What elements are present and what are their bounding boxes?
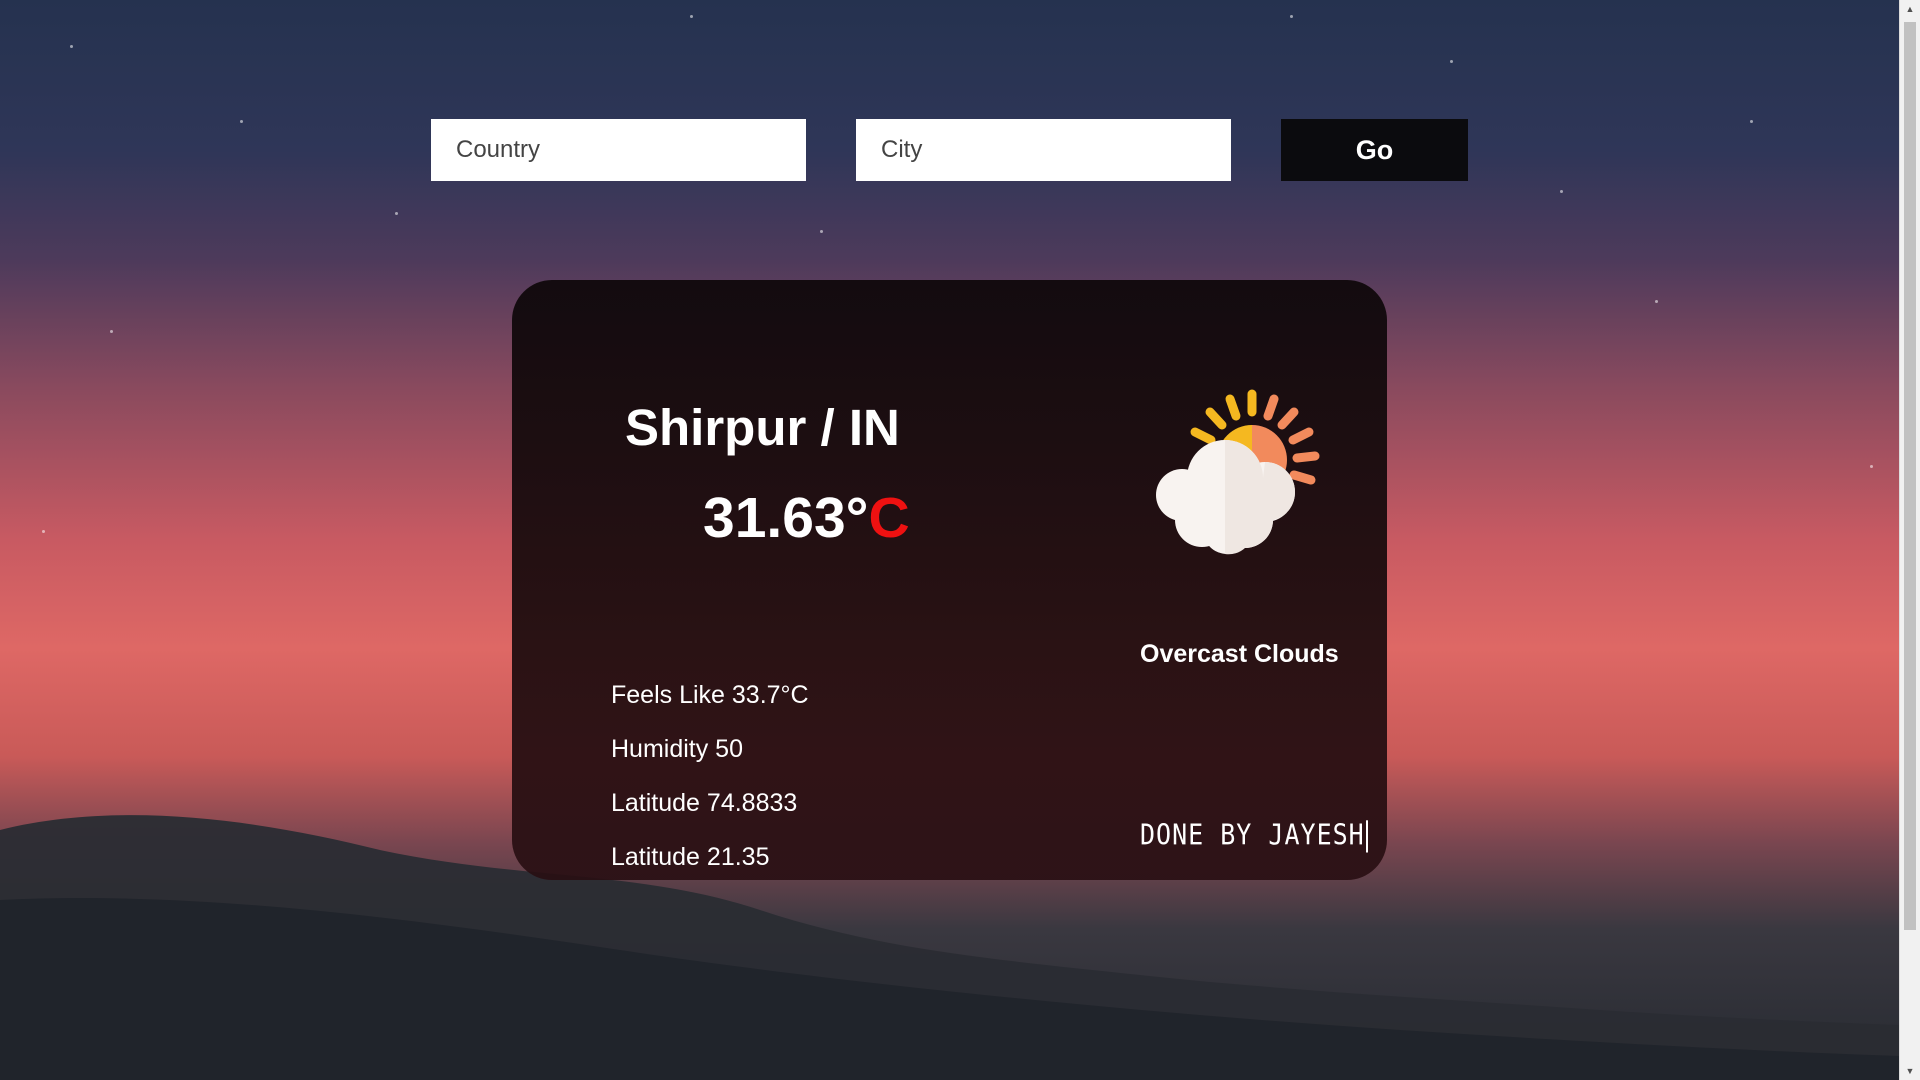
latitude-text: Latitude 74.8833 (611, 789, 798, 817)
temperature-unit: C (868, 486, 910, 550)
humidity-text: Humidity 50 (611, 735, 743, 763)
temperature-value: 31.63° (703, 486, 869, 550)
weather-card: Shirpur / IN 31.63°C Overcast Clouds Fee… (512, 280, 1387, 880)
weather-condition: Overcast Clouds (1140, 640, 1339, 668)
latitude-text-2: Latitude 21.35 (611, 843, 770, 871)
temperature-display: 31.63°C (703, 485, 910, 551)
author-credit: DONE BY JAYESH (1140, 818, 1368, 853)
vertical-scrollbar[interactable]: ▲ ▼ (1899, 0, 1920, 1080)
scroll-thumb[interactable] (1904, 22, 1916, 930)
country-input[interactable] (431, 119, 806, 181)
city-input[interactable] (856, 119, 1231, 181)
scroll-down-arrow-icon[interactable]: ▼ (1900, 1062, 1920, 1080)
text-caret (1365, 820, 1368, 853)
author-credit-text: DONE BY JAYESH (1140, 818, 1365, 852)
scroll-up-arrow-icon[interactable]: ▲ (1900, 0, 1920, 18)
sun-behind-cloud-icon (1156, 389, 1320, 555)
location-heading: Shirpur / IN (625, 399, 900, 456)
feels-like-text: Feels Like 33.7°C (611, 681, 809, 709)
go-button[interactable]: Go (1281, 119, 1468, 181)
